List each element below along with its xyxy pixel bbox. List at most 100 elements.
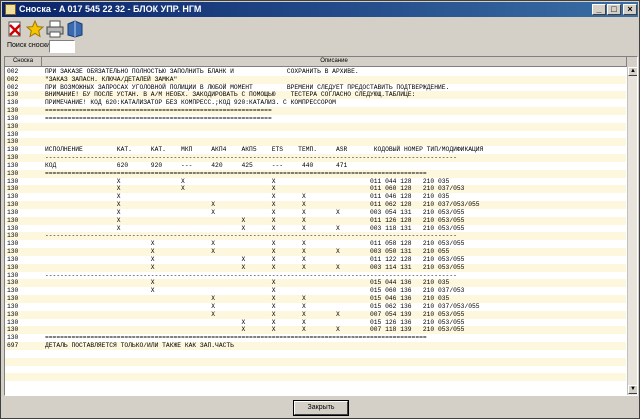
table-row[interactable]: 002 ПРИ ЗАКАЗЕ ОБЯЗАТЕЛЬНО ПОЛНОСТЬЮ ЗАПО… xyxy=(5,68,626,76)
table-row[interactable]: 130 ИСПОЛНЕНИЕ KAT. KAT. МКП АКП4 АКП5 ET… xyxy=(5,146,626,154)
row-description: X X X X 007 118 139 210 053/055 xyxy=(45,326,465,334)
table-row[interactable]: 002 ПРИ ВОЗМОЖНЫХ ЗАПРОСАХ УГОЛОВНОЙ ПОЛИ… xyxy=(5,84,626,92)
table-row[interactable]: 130 X X X X 011 126 128 210 053/055 xyxy=(5,216,626,225)
print-icon[interactable] xyxy=(45,19,65,39)
table-row[interactable]: 130 -------------------------------------… xyxy=(5,272,626,280)
row-description: ========================================… xyxy=(45,107,272,115)
table-row[interactable]: 130 xyxy=(5,131,626,139)
footnote-window: Сноска - A 017 545 22 32 - БЛОК УПР. НГМ… xyxy=(0,0,640,419)
row-description: X X X 015 062 136 210 037/053/055 xyxy=(45,302,480,310)
row-footnote-code: 002 xyxy=(7,75,19,83)
close-button[interactable]: Закрыть xyxy=(293,400,349,416)
row-description: X X X X X 003 118 131 210 053/055 xyxy=(45,224,465,232)
row-footnote-code: 130 xyxy=(7,248,19,256)
table-row[interactable]: 130 =====================================… xyxy=(5,107,626,115)
minimize-button[interactable]: _ xyxy=(592,4,606,15)
scroll-down-arrow[interactable]: ▼ xyxy=(628,385,637,394)
row-description: X X X X X 003 054 131 210 053/055 xyxy=(45,208,465,216)
table-row[interactable]: 130 X X X X X 003 050 131 210 055 xyxy=(5,248,626,256)
column-header-footnote[interactable]: Сноска xyxy=(5,57,42,67)
table-row[interactable]: 130 X X X 011 046 128 210 035 xyxy=(5,193,626,201)
row-description: ПРИ ВОЗМОЖНЫХ ЗАПРОСАХ УГОЛОВНОЙ ПОЛИЦИИ… xyxy=(45,83,450,91)
table-row[interactable] xyxy=(5,350,626,358)
table-row[interactable]: 130 xyxy=(5,122,626,131)
table-row[interactable]: 130 X X X 015 126 136 210 053/055 xyxy=(5,319,626,327)
table-row[interactable]: 130 X X X 015 046 136 210 035 xyxy=(5,295,626,303)
row-footnote-code: 130 xyxy=(7,114,19,122)
table-row[interactable]: 130 X X X 015 062 136 210 037/053/055 xyxy=(5,303,626,311)
search-input[interactable] xyxy=(49,40,75,53)
vertical-scrollbar[interactable]: ▲ ▼ xyxy=(627,67,637,395)
row-footnote-code: 130 xyxy=(7,326,19,334)
table-row[interactable]: 130 ПРИМЕЧАНИЕ! КОД 620:КАТАЛИЗАТОР БЕЗ К… xyxy=(5,99,626,107)
row-footnote-code: 130 xyxy=(7,122,19,130)
table-row[interactable]: 130 X X X X 011 058 128 210 053/055 xyxy=(5,240,626,248)
row-footnote-code: 130 xyxy=(7,263,19,271)
table-row[interactable]: 130 X X X X 007 118 139 210 053/055 xyxy=(5,326,626,335)
table-row[interactable]: 130 -------------------------------------… xyxy=(5,154,626,162)
table-row[interactable]: 002 "ЗАКАЗ ЗАПАСН. КЛЮЧА/ДЕТАЛЕЙ ЗАМКА" xyxy=(5,75,626,84)
close-window-button[interactable]: × xyxy=(623,4,637,15)
row-description: ----------------------------------------… xyxy=(45,271,457,279)
row-description: "ЗАКАЗ ЗАПАСН. КЛЮЧА/ДЕТАЛЕЙ ЗАМКА" xyxy=(45,75,178,83)
row-footnote-code: 130 xyxy=(7,169,19,177)
title-bar[interactable]: Сноска - A 017 545 22 32 - БЛОК УПР. НГМ… xyxy=(2,2,638,17)
row-description: X X X 011 046 128 210 035 xyxy=(45,193,450,201)
star-icon[interactable] xyxy=(25,19,45,39)
table-row[interactable] xyxy=(5,373,626,382)
table-row[interactable]: 130 X X X X 007 054 139 210 053/055 xyxy=(5,310,626,319)
row-footnote-code: 130 xyxy=(7,208,19,216)
row-description: X X X X 011 062 128 210 037/053/055 xyxy=(45,201,480,209)
table-row[interactable]: 130 X X X 011 044 128 210 035 xyxy=(5,178,626,186)
row-footnote-code: 130 xyxy=(7,177,19,185)
table-row[interactable]: 130 X X 015 060 136 210 037/053 xyxy=(5,287,626,295)
scroll-up-arrow[interactable]: ▲ xyxy=(628,67,637,76)
table-row[interactable]: 130 =====================================… xyxy=(5,169,626,178)
row-footnote-code: 697 xyxy=(7,342,19,350)
table-row[interactable]: 130 X X X X X 003 118 131 210 053/055 xyxy=(5,225,626,233)
table-row[interactable]: 130 ВНИМАНИЕ! БУ ПОСЛЕ УСТАН. В А/М НЕОБХ… xyxy=(5,91,626,100)
row-footnote-code: 130 xyxy=(7,146,19,154)
row-description: ----------------------------------------… xyxy=(45,232,457,240)
row-footnote-code: 130 xyxy=(7,310,19,318)
delete-icon[interactable] xyxy=(5,19,25,39)
table-row[interactable]: 130 КОД 620 920 --- 420 425 --- 440 471 xyxy=(5,162,626,170)
row-description: X X X 011 044 128 210 035 xyxy=(45,177,450,185)
row-footnote-code: 130 xyxy=(7,201,19,209)
table-row[interactable]: 130 X X 015 044 136 210 035 xyxy=(5,279,626,288)
row-description: ========================================… xyxy=(45,334,427,342)
row-description: X X X X 011 126 128 210 053/055 xyxy=(45,216,465,224)
row-description: X X X 011 060 128 210 037/053 xyxy=(45,185,465,193)
book-icon[interactable] xyxy=(65,19,85,39)
row-description: ДЕТАЛЬ ПОСТАВЛЯЕТСЯ ТОЛЬКО/ИЛИ ТАКЖЕ КАК… xyxy=(45,342,234,350)
row-description: ИСПОЛНЕНИЕ KAT. KAT. МКП АКП4 АКП5 ETS Т… xyxy=(45,146,484,154)
row-footnote-code: 130 xyxy=(7,295,19,303)
row-footnote-code: 130 xyxy=(7,161,19,169)
column-header-description[interactable]: Описание xyxy=(42,57,627,67)
table-row[interactable]: 697 ДЕТАЛЬ ПОСТАВЛЯЕТСЯ ТОЛЬКО/ИЛИ ТАКЖЕ … xyxy=(5,342,626,350)
table-row[interactable] xyxy=(5,366,626,374)
row-footnote-code: 130 xyxy=(7,91,19,99)
maximize-button[interactable]: □ xyxy=(607,4,621,15)
table-row[interactable] xyxy=(5,357,626,366)
table-row[interactable]: 130 =====================================… xyxy=(5,334,626,342)
table-row[interactable]: 130 X X X X 011 062 128 210 037/053/055 xyxy=(5,201,626,209)
row-description: X X X 015 046 136 210 035 xyxy=(45,295,450,303)
search-row: Поиск сноски xyxy=(3,40,637,54)
search-label: Поиск сноски xyxy=(7,42,51,49)
row-footnote-code: 002 xyxy=(7,83,19,91)
table-row[interactable]: 130 X X X X 011 122 128 210 053/055 xyxy=(5,256,626,264)
table-row[interactable]: 130 =====================================… xyxy=(5,115,626,123)
table-row[interactable]: 130 X X X 011 060 128 210 037/053 xyxy=(5,185,626,194)
row-footnote-code: 130 xyxy=(7,107,19,115)
table-row[interactable]: 130 X X X X X 003 054 131 210 053/055 xyxy=(5,209,626,217)
table-row[interactable] xyxy=(5,381,626,389)
row-description: X X X X 011 122 128 210 053/055 xyxy=(45,255,465,263)
table-row[interactable]: 130 X X X X X 003 114 131 210 053/055 xyxy=(5,263,626,272)
row-footnote-code: 130 xyxy=(7,224,19,232)
table-row[interactable]: 130 -------------------------------------… xyxy=(5,232,626,241)
row-description: X X X X X 003 114 131 210 053/055 xyxy=(45,263,465,271)
table-header: Сноска Описание xyxy=(5,57,637,67)
row-footnote-code: 130 xyxy=(7,216,19,224)
table-body: 002 ПРИ ЗАКАЗЕ ОБЯЗАТЕЛЬНО ПОЛНОСТЬЮ ЗАПО… xyxy=(5,68,626,395)
